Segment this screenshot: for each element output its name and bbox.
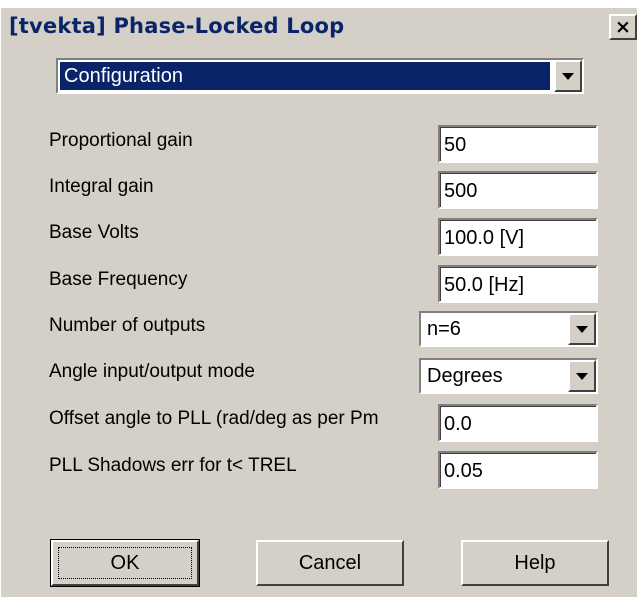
- pll-dialog: [tvekta] Phase-Locked Loop × Configurati…: [0, 8, 637, 597]
- close-button[interactable]: ×: [609, 14, 637, 40]
- number-of-outputs-value: n=6: [427, 317, 461, 340]
- title-bar[interactable]: [tvekta] Phase-Locked Loop ×: [1, 8, 637, 50]
- chevron-down-icon[interactable]: [554, 60, 582, 92]
- chevron-down-icon[interactable]: [568, 313, 596, 345]
- offset-angle-label: Offset angle to PLL (rad/deg as per Pm: [49, 408, 379, 429]
- section-value: Configuration: [64, 64, 183, 87]
- base-frequency-label: Base Frequency: [49, 269, 188, 290]
- top-strip: [0, 0, 637, 8]
- help-label: Help: [514, 551, 556, 574]
- offset-angle-input[interactable]: 0.0: [438, 404, 598, 442]
- integral-gain-label: Integral gain: [49, 176, 154, 197]
- pll-shadows-label: PLL Shadows err for t< TREL: [49, 455, 297, 476]
- angle-mode-value: Degrees: [427, 364, 503, 387]
- base-volts-label: Base Volts: [49, 222, 139, 243]
- focus-rect: [58, 547, 192, 579]
- integral-gain-input[interactable]: 500: [438, 171, 598, 209]
- proportional-gain-label: Proportional gain: [49, 130, 193, 151]
- base-frequency-input[interactable]: 50.0 [Hz]: [438, 265, 598, 303]
- cancel-button[interactable]: Cancel: [256, 540, 404, 586]
- proportional-gain-input[interactable]: 50: [438, 125, 598, 163]
- ok-button[interactable]: OK: [50, 539, 200, 587]
- section-dropdown[interactable]: Configuration: [56, 58, 584, 94]
- angle-mode-dropdown[interactable]: Degrees: [419, 358, 598, 394]
- number-of-outputs-label: Number of outputs: [49, 315, 206, 336]
- pll-shadows-input[interactable]: 0.05: [438, 451, 598, 489]
- cancel-label: Cancel: [298, 551, 362, 574]
- chevron-down-icon[interactable]: [568, 360, 596, 392]
- angle-mode-label: Angle input/output mode: [49, 361, 255, 382]
- close-icon: ×: [615, 16, 631, 38]
- number-of-outputs-dropdown[interactable]: n=6: [419, 311, 598, 347]
- window-title: [tvekta] Phase-Locked Loop: [9, 14, 345, 38]
- base-volts-input[interactable]: 100.0 [V]: [438, 218, 598, 256]
- help-button[interactable]: Help: [461, 540, 609, 586]
